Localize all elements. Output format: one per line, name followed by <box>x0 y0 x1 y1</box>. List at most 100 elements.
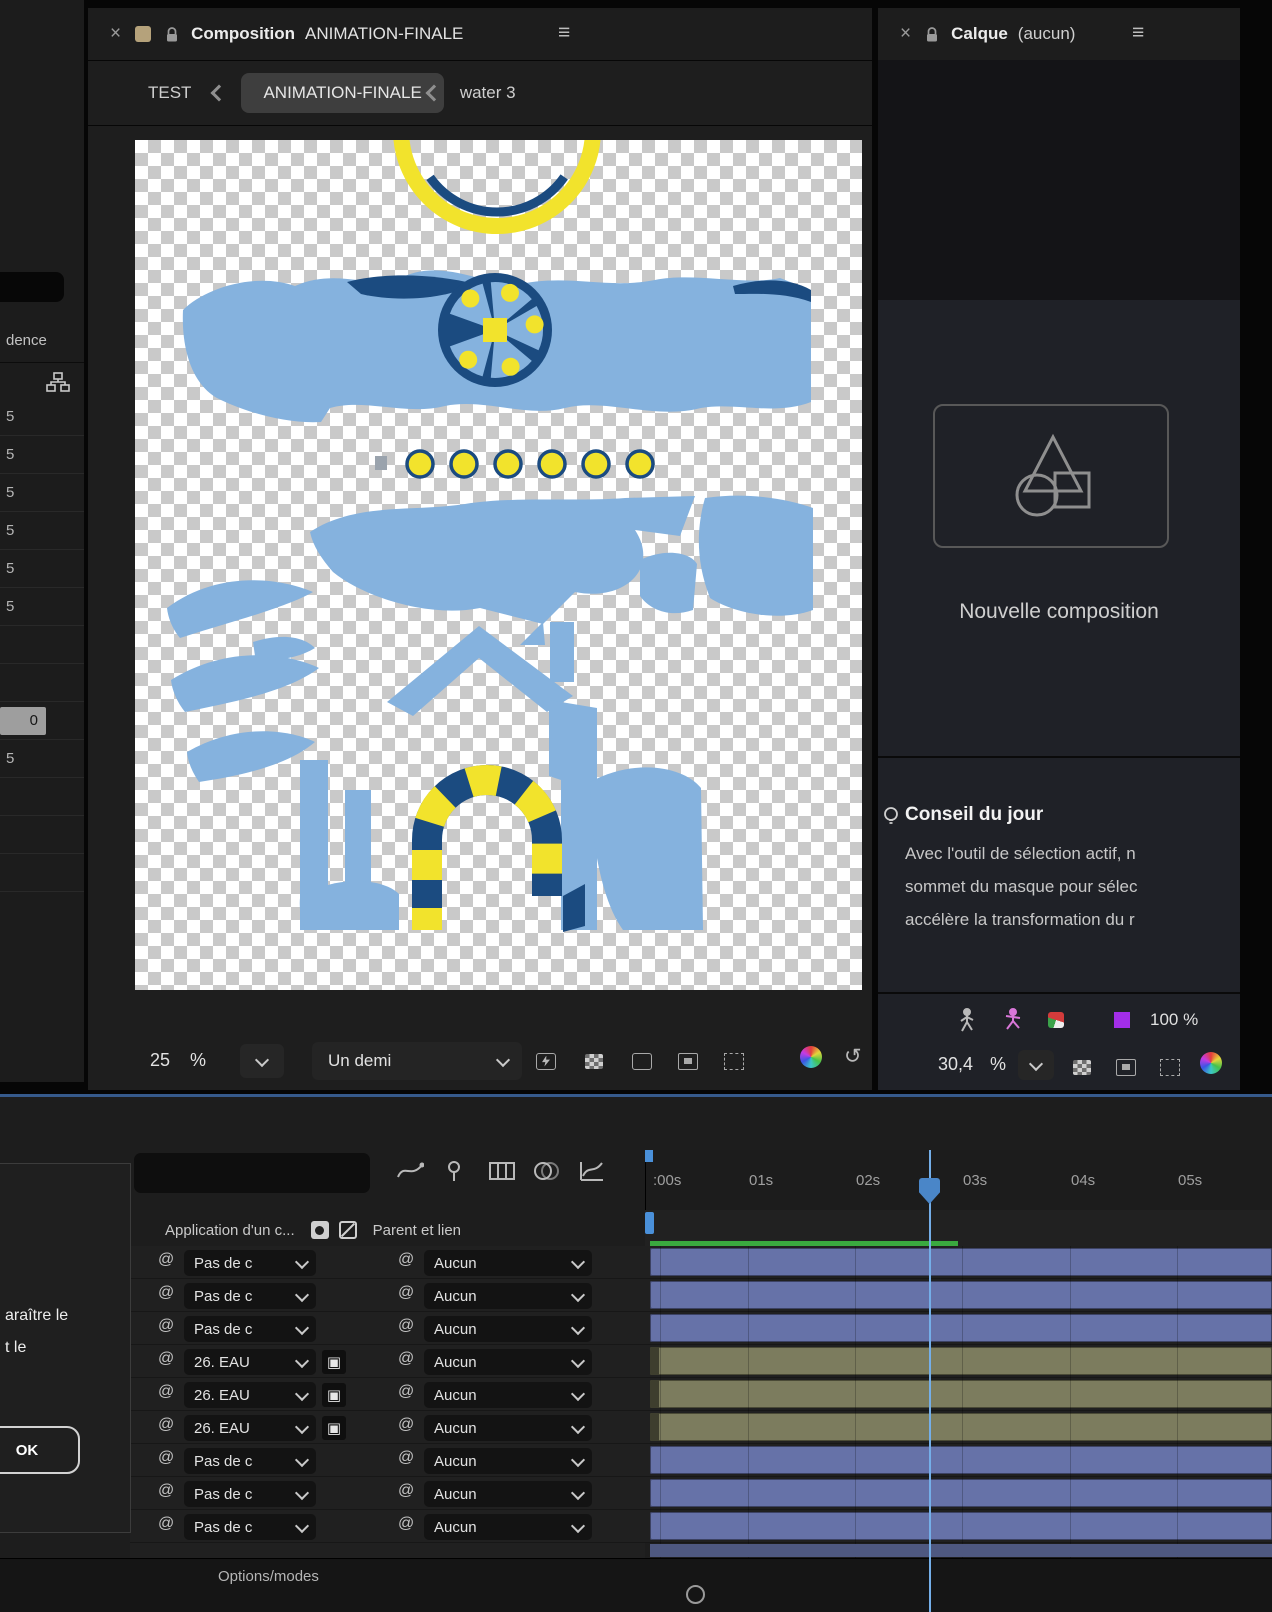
pickwhip-icon[interactable]: @ <box>158 1449 174 1467</box>
preview-zoom-value[interactable]: 100 % <box>1150 1010 1198 1030</box>
parent-dropdown[interactable]: Aucun <box>424 1514 592 1540</box>
parent-dropdown[interactable]: Aucun <box>424 1349 592 1375</box>
left-row[interactable] <box>0 854 84 892</box>
layer-duration-bar[interactable] <box>650 1380 1272 1408</box>
left-row[interactable]: 5 <box>0 398 84 436</box>
breadcrumb-item-test[interactable]: TEST <box>148 83 191 103</box>
left-row[interactable]: 5 <box>0 550 84 588</box>
transparency-grid-icon[interactable] <box>576 1046 612 1076</box>
parent-dropdown[interactable]: Aucun <box>424 1382 592 1408</box>
left-panel-tab-label[interactable]: dence <box>6 332 47 349</box>
transparency-grid-icon[interactable] <box>1064 1052 1100 1082</box>
panel-menu-icon[interactable]: ≡ <box>558 21 570 45</box>
left-row[interactable]: 5 <box>0 588 84 626</box>
work-area-in-marker[interactable] <box>645 1150 653 1162</box>
layer-duration-bar[interactable] <box>650 1446 1272 1474</box>
layer-duration-bar[interactable] <box>650 1413 1272 1441</box>
left-row[interactable] <box>0 778 84 816</box>
fast-preview-icon[interactable] <box>528 1046 564 1076</box>
matte-dropdown[interactable]: Pas de c <box>184 1448 316 1474</box>
left-row[interactable]: 0 <box>0 702 84 740</box>
motion-sketch-icon[interactable] <box>396 1159 424 1183</box>
breadcrumb-item-water3[interactable]: water 3 <box>460 83 516 103</box>
layer-duration-bar[interactable] <box>650 1314 1272 1342</box>
region-of-interest-icon[interactable] <box>1108 1052 1144 1082</box>
transfer-modes-icon[interactable] <box>310 1221 329 1239</box>
parent-pickwhip-icon[interactable]: @ <box>398 1416 414 1434</box>
frame-blend-icon[interactable] <box>488 1159 516 1183</box>
crop-region-icon[interactable] <box>1152 1052 1188 1082</box>
mask-visibility-icon[interactable] <box>624 1046 660 1076</box>
parent-dropdown[interactable]: Aucun <box>424 1481 592 1507</box>
reset-exposure-icon[interactable]: ↺ <box>844 1044 862 1069</box>
zoom-dropdown-button[interactable] <box>240 1044 284 1078</box>
crop-region-icon[interactable] <box>716 1046 752 1076</box>
layer-duration-bar[interactable] <box>650 1512 1272 1540</box>
parent-pickwhip-icon[interactable]: @ <box>398 1383 414 1401</box>
pickwhip-icon[interactable]: @ <box>158 1416 174 1434</box>
left-row[interactable] <box>0 626 84 664</box>
composition-viewport[interactable] <box>135 140 862 990</box>
track-matte-icon[interactable]: ▣ <box>322 1350 346 1374</box>
pickwhip-icon[interactable]: @ <box>158 1515 174 1533</box>
record-icon[interactable] <box>686 1585 705 1604</box>
track-matte-icon[interactable]: ▣ <box>322 1383 346 1407</box>
matte-dropdown[interactable]: 26. EAU <box>184 1349 316 1375</box>
lock-icon[interactable] <box>165 26 179 43</box>
left-row[interactable] <box>0 816 84 854</box>
layer-duration-bar[interactable] <box>650 1479 1272 1507</box>
matte-dropdown[interactable]: 26. EAU <box>184 1415 316 1441</box>
matte-dropdown[interactable]: 26. EAU <box>184 1382 316 1408</box>
parent-pickwhip-icon[interactable]: @ <box>398 1251 414 1269</box>
close-icon[interactable]: × <box>900 23 911 45</box>
footer-toggle-label[interactable]: Options/modes <box>218 1568 319 1585</box>
puppet-person-icon[interactable] <box>1002 1008 1024 1034</box>
pickwhip-icon[interactable]: @ <box>158 1284 174 1302</box>
panel-menu-icon[interactable]: ≡ <box>1132 21 1144 45</box>
parent-dropdown[interactable]: Aucun <box>424 1283 592 1309</box>
layer-duration-bar[interactable] <box>650 1347 1272 1375</box>
region-of-interest-icon[interactable] <box>670 1046 706 1076</box>
graph-editor-icon[interactable] <box>578 1159 606 1183</box>
flowchart-icon[interactable] <box>46 372 70 392</box>
color-swatch-icon[interactable] <box>1114 1012 1130 1028</box>
matte-dropdown[interactable]: Pas de c <box>184 1250 316 1276</box>
composition-tab-name[interactable]: ANIMATION-FINALE <box>305 24 463 44</box>
breadcrumb-item-active[interactable]: ANIMATION-FINALE <box>241 73 444 113</box>
parent-pickwhip-icon[interactable]: @ <box>398 1284 414 1302</box>
layer-zoom-dropdown-button[interactable] <box>1018 1050 1054 1080</box>
color-management-icon[interactable] <box>800 1046 822 1068</box>
new-composition-label[interactable]: Nouvelle composition <box>878 600 1240 624</box>
ok-button[interactable]: OK <box>0 1426 80 1474</box>
color-management-icon[interactable] <box>1200 1052 1222 1074</box>
parent-dropdown[interactable]: Aucun <box>424 1415 592 1441</box>
pickwhip-icon[interactable]: @ <box>158 1383 174 1401</box>
layer-duration-bar[interactable] <box>650 1544 1272 1557</box>
time-ruler[interactable]: :00s 01s 02s 03s 04s 05s <box>645 1150 1272 1210</box>
matte-dropdown[interactable]: Pas de c <box>184 1283 316 1309</box>
layer-in-marker[interactable] <box>645 1212 654 1234</box>
parent-pickwhip-icon[interactable]: @ <box>398 1317 414 1335</box>
left-row[interactable] <box>0 664 84 702</box>
left-panel-field[interactable] <box>0 272 64 302</box>
pickwhip-icon[interactable]: @ <box>158 1350 174 1368</box>
preserve-transparency-icon[interactable] <box>338 1221 357 1239</box>
hand-tool-person-icon[interactable] <box>956 1008 978 1034</box>
timeline-search-field[interactable] <box>134 1153 370 1193</box>
matte-column-label[interactable]: Application d'un c... <box>165 1222 295 1239</box>
left-row[interactable]: 5 <box>0 512 84 550</box>
new-composition-button[interactable] <box>933 404 1169 548</box>
resolution-dropdown[interactable]: Un demi <box>312 1042 522 1080</box>
matte-dropdown[interactable]: Pas de c <box>184 1514 316 1540</box>
puppet-pin-icon[interactable] <box>442 1159 466 1183</box>
parent-dropdown[interactable]: Aucun <box>424 1316 592 1342</box>
matte-dropdown[interactable]: Pas de c <box>184 1481 316 1507</box>
layer-duration-bar[interactable] <box>650 1281 1272 1309</box>
parent-pickwhip-icon[interactable]: @ <box>398 1515 414 1533</box>
parent-column-label[interactable]: Parent et lien <box>373 1222 461 1239</box>
pickwhip-icon[interactable]: @ <box>158 1251 174 1269</box>
lock-icon[interactable] <box>925 26 939 43</box>
track-matte-icon[interactable]: ▣ <box>322 1416 346 1440</box>
channels-icon[interactable] <box>1048 1012 1064 1028</box>
left-row[interactable]: 5 <box>0 474 84 512</box>
